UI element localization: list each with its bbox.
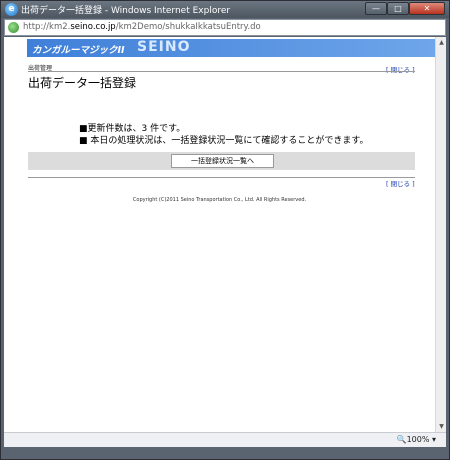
close-link-top[interactable]: [ 閉じる ] (386, 64, 415, 74)
page-icon (8, 22, 19, 33)
scroll-up-icon[interactable]: ▲ (437, 38, 446, 47)
scroll-down-icon[interactable]: ▼ (437, 422, 446, 431)
page-title: 出荷データ一括登録 (28, 76, 137, 90)
footer-divider (28, 177, 415, 178)
maximize-button[interactable]: □ (387, 2, 409, 15)
app-banner: カンガルーマジックII SEINO (27, 39, 435, 57)
url-prefix: http://km2. (23, 22, 71, 32)
close-window-button[interactable]: ✕ (409, 2, 445, 15)
close-link-bottom[interactable]: [ 閉じる ] (386, 178, 415, 188)
browser-window: e 出荷データ一括登録 - Windows Internet Explorer … (0, 0, 450, 460)
brand-logo: SEINO (137, 39, 191, 55)
header-divider (28, 71, 415, 72)
url-path: /km2Demo/shukkaIkkatsuEntry.do (115, 22, 261, 32)
button-bar: 一括登録状況一覧へ (28, 152, 415, 170)
address-bar[interactable]: http://km2.seino.co.jp/km2Demo/shukkaIkk… (4, 19, 446, 36)
page-viewport: カンガルーマジックII SEINO 出荷管理 [ 閉じる ] 出荷データ一括登録… (4, 37, 435, 432)
status-list-button[interactable]: 一括登録状況一覧へ (171, 154, 274, 168)
zoom-control[interactable]: 🔍100% ▾ (397, 435, 436, 444)
title-bar: e 出荷データ一括登録 - Windows Internet Explorer … (1, 1, 449, 18)
minimize-button[interactable]: — (365, 2, 387, 15)
copyright-text: Copyright (C)2011 Seino Transportation C… (132, 197, 307, 203)
status-info-message: ■ 本日の処理状況は、一括登録状況一覧にて確認することができます。 (79, 136, 369, 146)
vertical-scrollbar[interactable]: ▲ ▼ (435, 37, 446, 432)
window-title: 出荷データ一括登録 - Windows Internet Explorer (21, 6, 231, 16)
ie-icon: e (5, 3, 18, 16)
app-name: カンガルーマジックII (32, 45, 125, 56)
url-text[interactable]: http://km2.seino.co.jp/km2Demo/shukkaIkk… (23, 22, 261, 32)
status-bar: 🔍100% ▾ (4, 432, 446, 447)
url-host: seino.co.jp (70, 22, 116, 32)
